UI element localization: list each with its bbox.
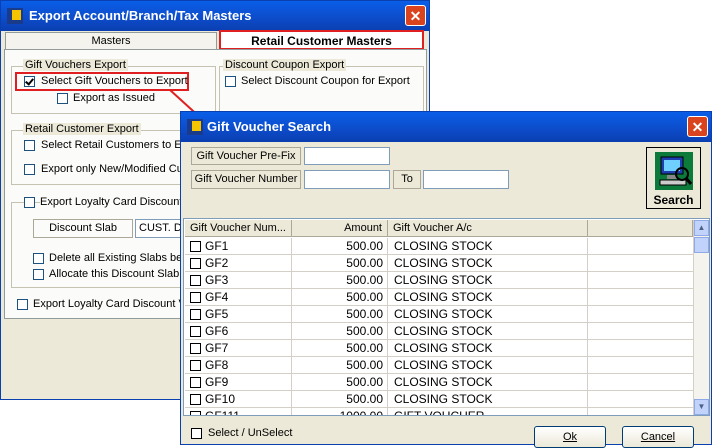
table-row[interactable]: GF2 500.00 CLOSING STOCK [185, 255, 693, 272]
row-account: GIFT VOUCHER [388, 408, 588, 415]
row-blank-cell [588, 391, 693, 408]
row-voucher-number: GF7 [205, 341, 229, 355]
row-voucher-number: GF111 [205, 408, 240, 415]
table-row[interactable]: GF9 500.00 CLOSING STOCK [185, 374, 693, 391]
row-voucher-number: GF4 [205, 290, 229, 304]
row-amount: 500.00 [292, 323, 388, 340]
row-blank-cell [588, 238, 693, 255]
row-blank-cell [588, 374, 693, 391]
row-select-checkbox[interactable] [190, 258, 201, 269]
table-row[interactable]: GF111 1000.00GIFT VOUCHER [185, 408, 693, 415]
row-amount: 500.00 [292, 238, 388, 255]
row-select-checkbox[interactable] [190, 241, 201, 252]
row-voucher-number: GF1 [205, 239, 229, 253]
row-number-cell: GF10 [185, 391, 292, 408]
row-blank-cell [588, 272, 693, 289]
table-row[interactable]: GF8 500.00 CLOSING STOCK [185, 357, 693, 374]
row-amount: 500.00 [292, 391, 388, 408]
row-blank-cell [588, 289, 693, 306]
row-amount: 500.00 [292, 255, 388, 272]
table-row[interactable]: GF10 500.00 CLOSING STOCK [185, 391, 693, 408]
row-amount: 500.00 [292, 374, 388, 391]
row-select-checkbox[interactable] [190, 275, 201, 286]
row-account: CLOSING STOCK [388, 323, 588, 340]
cancel-button-label: Cancel [640, 431, 676, 443]
row-select-checkbox[interactable] [190, 360, 201, 371]
row-select-checkbox[interactable] [190, 326, 201, 337]
ok-button-label: Ok [562, 431, 578, 443]
table-row[interactable]: GF4 500.00 CLOSING STOCK [185, 289, 693, 306]
row-voucher-number: GF10 [205, 392, 236, 406]
voucher-rows: GF1 500.00 CLOSING STOCK GF2 500.00 CLOSING S… [0, 0, 714, 415]
row-number-cell: GF9 [185, 374, 292, 391]
grid-scrollbar[interactable]: ▲ ▼ [693, 220, 709, 415]
row-amount: 500.00 [292, 306, 388, 323]
row-account: CLOSING STOCK [388, 272, 588, 289]
row-blank-cell [588, 323, 693, 340]
row-account: CLOSING STOCK [388, 357, 588, 374]
row-amount: 1000.00 [292, 408, 388, 415]
row-voucher-number: GF3 [205, 273, 229, 287]
table-row[interactable]: GF5 500.00 CLOSING STOCK [185, 306, 693, 323]
scroll-up-icon[interactable]: ▲ [694, 220, 709, 236]
row-voucher-number: GF6 [205, 324, 229, 338]
table-row[interactable]: GF1 500.00 CLOSING STOCK [185, 238, 693, 255]
row-account: CLOSING STOCK [388, 289, 588, 306]
row-account: CLOSING STOCK [388, 391, 588, 408]
row-select-checkbox[interactable] [190, 394, 201, 405]
row-account: CLOSING STOCK [388, 306, 588, 323]
row-account: CLOSING STOCK [388, 340, 588, 357]
row-number-cell: GF1 [185, 238, 292, 255]
row-voucher-number: GF5 [205, 307, 229, 321]
row-amount: 500.00 [292, 340, 388, 357]
row-number-cell: GF3 [185, 272, 292, 289]
row-voucher-number: GF9 [205, 375, 229, 389]
row-number-cell: GF4 [185, 289, 292, 306]
scroll-down-icon[interactable]: ▼ [694, 399, 709, 415]
row-blank-cell [588, 340, 693, 357]
row-select-checkbox[interactable] [190, 343, 201, 354]
select-unselect-label: Select / UnSelect [208, 427, 293, 439]
row-number-cell: GF6 [185, 323, 292, 340]
row-number-cell: GF8 [185, 357, 292, 374]
row-account: CLOSING STOCK [388, 255, 588, 272]
row-select-checkbox[interactable] [190, 309, 201, 320]
row-select-checkbox[interactable] [190, 377, 201, 388]
row-blank-cell [588, 306, 693, 323]
table-row[interactable]: GF7 500.00 CLOSING STOCK [185, 340, 693, 357]
row-number-cell: GF2 [185, 255, 292, 272]
row-number-cell: GF111 [185, 408, 292, 415]
row-account: CLOSING STOCK [388, 374, 588, 391]
scroll-thumb[interactable] [694, 237, 709, 253]
row-blank-cell [588, 408, 693, 415]
row-select-checkbox[interactable] [190, 292, 201, 303]
row-amount: 500.00 [292, 272, 388, 289]
select-unselect-checkbox[interactable] [191, 428, 202, 439]
row-select-checkbox[interactable] [190, 411, 201, 415]
row-number-cell: GF5 [185, 306, 292, 323]
row-amount: 500.00 [292, 289, 388, 306]
row-blank-cell [588, 255, 693, 272]
table-row[interactable]: GF6 500.00 CLOSING STOCK [185, 323, 693, 340]
row-blank-cell [588, 357, 693, 374]
table-row[interactable]: GF3 500.00 CLOSING STOCK [185, 272, 693, 289]
row-voucher-number: GF8 [205, 358, 229, 372]
row-voucher-number: GF2 [205, 256, 229, 270]
row-number-cell: GF7 [185, 340, 292, 357]
row-amount: 500.00 [292, 357, 388, 374]
row-account: CLOSING STOCK [388, 238, 588, 255]
